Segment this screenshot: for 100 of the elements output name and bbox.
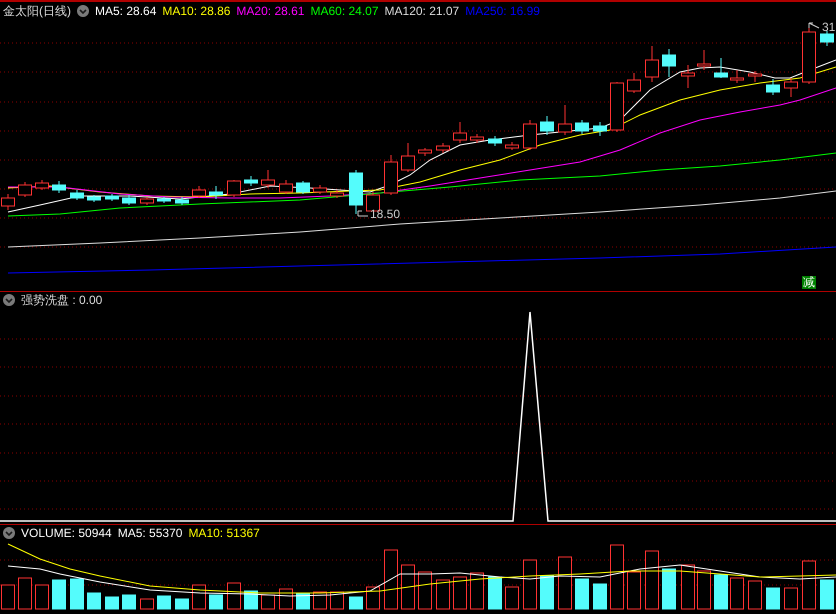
candlestick — [296, 180, 310, 194]
candlestick — [261, 170, 275, 188]
volume-bar — [436, 580, 450, 610]
volume-bar — [157, 596, 171, 610]
chevron-down-icon[interactable] — [77, 5, 89, 17]
volume-bar — [558, 556, 572, 610]
volume-bar — [766, 588, 780, 610]
indicator-value: MA10: 51367 — [188, 526, 260, 540]
indicator-value: MA5: 55370 — [118, 526, 182, 540]
volume-bar — [784, 588, 798, 610]
candlestick — [279, 180, 293, 194]
candlestick — [105, 194, 119, 202]
chevron-down-icon[interactable] — [3, 294, 15, 306]
indicator-value: VOLUME: 50944 — [21, 526, 112, 540]
candlestick — [558, 104, 572, 136]
volume-bar — [87, 592, 101, 610]
volume-bar — [697, 570, 711, 610]
indicator-value: MA250: 16.99 — [465, 4, 540, 18]
low-price-label: 18.50 — [370, 208, 400, 221]
candlestick — [820, 30, 834, 46]
volume-bar — [366, 586, 380, 610]
candlestick — [157, 196, 171, 204]
signal-badge: 减 — [802, 276, 816, 289]
candlestick — [575, 120, 589, 134]
arrow-icon — [808, 22, 820, 30]
volume-bar — [714, 574, 728, 610]
indicator-title: 强势洗盘 : 0.00 — [21, 293, 102, 307]
candlestick — [593, 122, 607, 136]
volume-bar — [261, 594, 275, 610]
candlestick — [244, 176, 258, 186]
candlestick — [523, 120, 537, 150]
candlestick — [681, 64, 695, 88]
candlestick — [505, 142, 519, 150]
arrow-icon — [357, 210, 369, 218]
volume-bar — [384, 550, 398, 610]
volume-bar — [453, 576, 467, 610]
candlestick — [330, 190, 344, 198]
candlestick — [35, 180, 49, 190]
candlestick — [540, 116, 554, 136]
volume-bar — [105, 596, 119, 610]
indicator-value: MA120: 21.07 — [384, 4, 460, 18]
candlestick — [313, 184, 327, 194]
volume-bar — [122, 594, 136, 610]
candlestick — [784, 78, 798, 98]
candlestick — [470, 134, 484, 144]
candlestick — [714, 58, 728, 78]
volume-bar — [627, 572, 641, 610]
candlestick — [401, 142, 415, 172]
volume-bar — [330, 592, 344, 610]
candlestick — [662, 48, 676, 78]
candlestick — [453, 122, 467, 144]
candlestick — [70, 190, 84, 200]
volume-bar — [662, 568, 676, 610]
candlestick — [488, 136, 502, 146]
candlestick — [627, 72, 641, 94]
volume-bar — [401, 564, 415, 610]
volume-bar — [18, 578, 32, 610]
candlestick — [610, 82, 624, 132]
volume-bar — [470, 572, 484, 610]
volume-bar — [681, 564, 695, 610]
candlestick — [209, 186, 223, 200]
volume-bar — [209, 594, 223, 610]
volume-bar — [279, 588, 293, 610]
volume-bar — [227, 582, 241, 610]
volume-bar — [488, 576, 502, 610]
candlestick — [802, 26, 816, 84]
candlestick — [766, 78, 780, 96]
volume-bar — [244, 590, 258, 610]
volume-bar — [645, 550, 659, 610]
candlestick — [436, 142, 450, 154]
volume-bar — [505, 586, 519, 610]
volume-bar — [192, 584, 206, 610]
candlestick — [18, 182, 32, 198]
volume-bar — [349, 596, 363, 610]
volume-bar — [175, 598, 189, 610]
candlestick — [418, 148, 432, 156]
candlestick — [730, 70, 744, 84]
candlestick — [192, 186, 206, 198]
volume-bar — [593, 584, 607, 610]
candlestick — [384, 154, 398, 196]
volume-bar — [540, 576, 554, 610]
volume-bar — [70, 578, 84, 610]
candlestick — [122, 194, 136, 206]
indicator-value: MA20: 28.61 — [236, 4, 304, 18]
volume-bar — [418, 572, 432, 610]
high-price-label: 31 — [822, 21, 836, 34]
volume-bar — [313, 592, 327, 610]
candlestick — [227, 180, 241, 198]
chevron-down-icon[interactable] — [3, 527, 15, 539]
candlestick — [697, 50, 711, 70]
volume-bar — [35, 584, 49, 610]
indicator-value: MA5: 28.64 — [95, 4, 156, 18]
chart-title: 金太阳(日线) — [3, 4, 71, 18]
volume-bar — [820, 580, 834, 610]
volume-bar — [140, 598, 154, 610]
indicator-value: MA10: 28.86 — [162, 4, 230, 18]
volume-bar — [523, 560, 537, 610]
volume-bar — [575, 578, 589, 610]
candlestick — [748, 70, 762, 82]
candlestick — [140, 196, 154, 206]
